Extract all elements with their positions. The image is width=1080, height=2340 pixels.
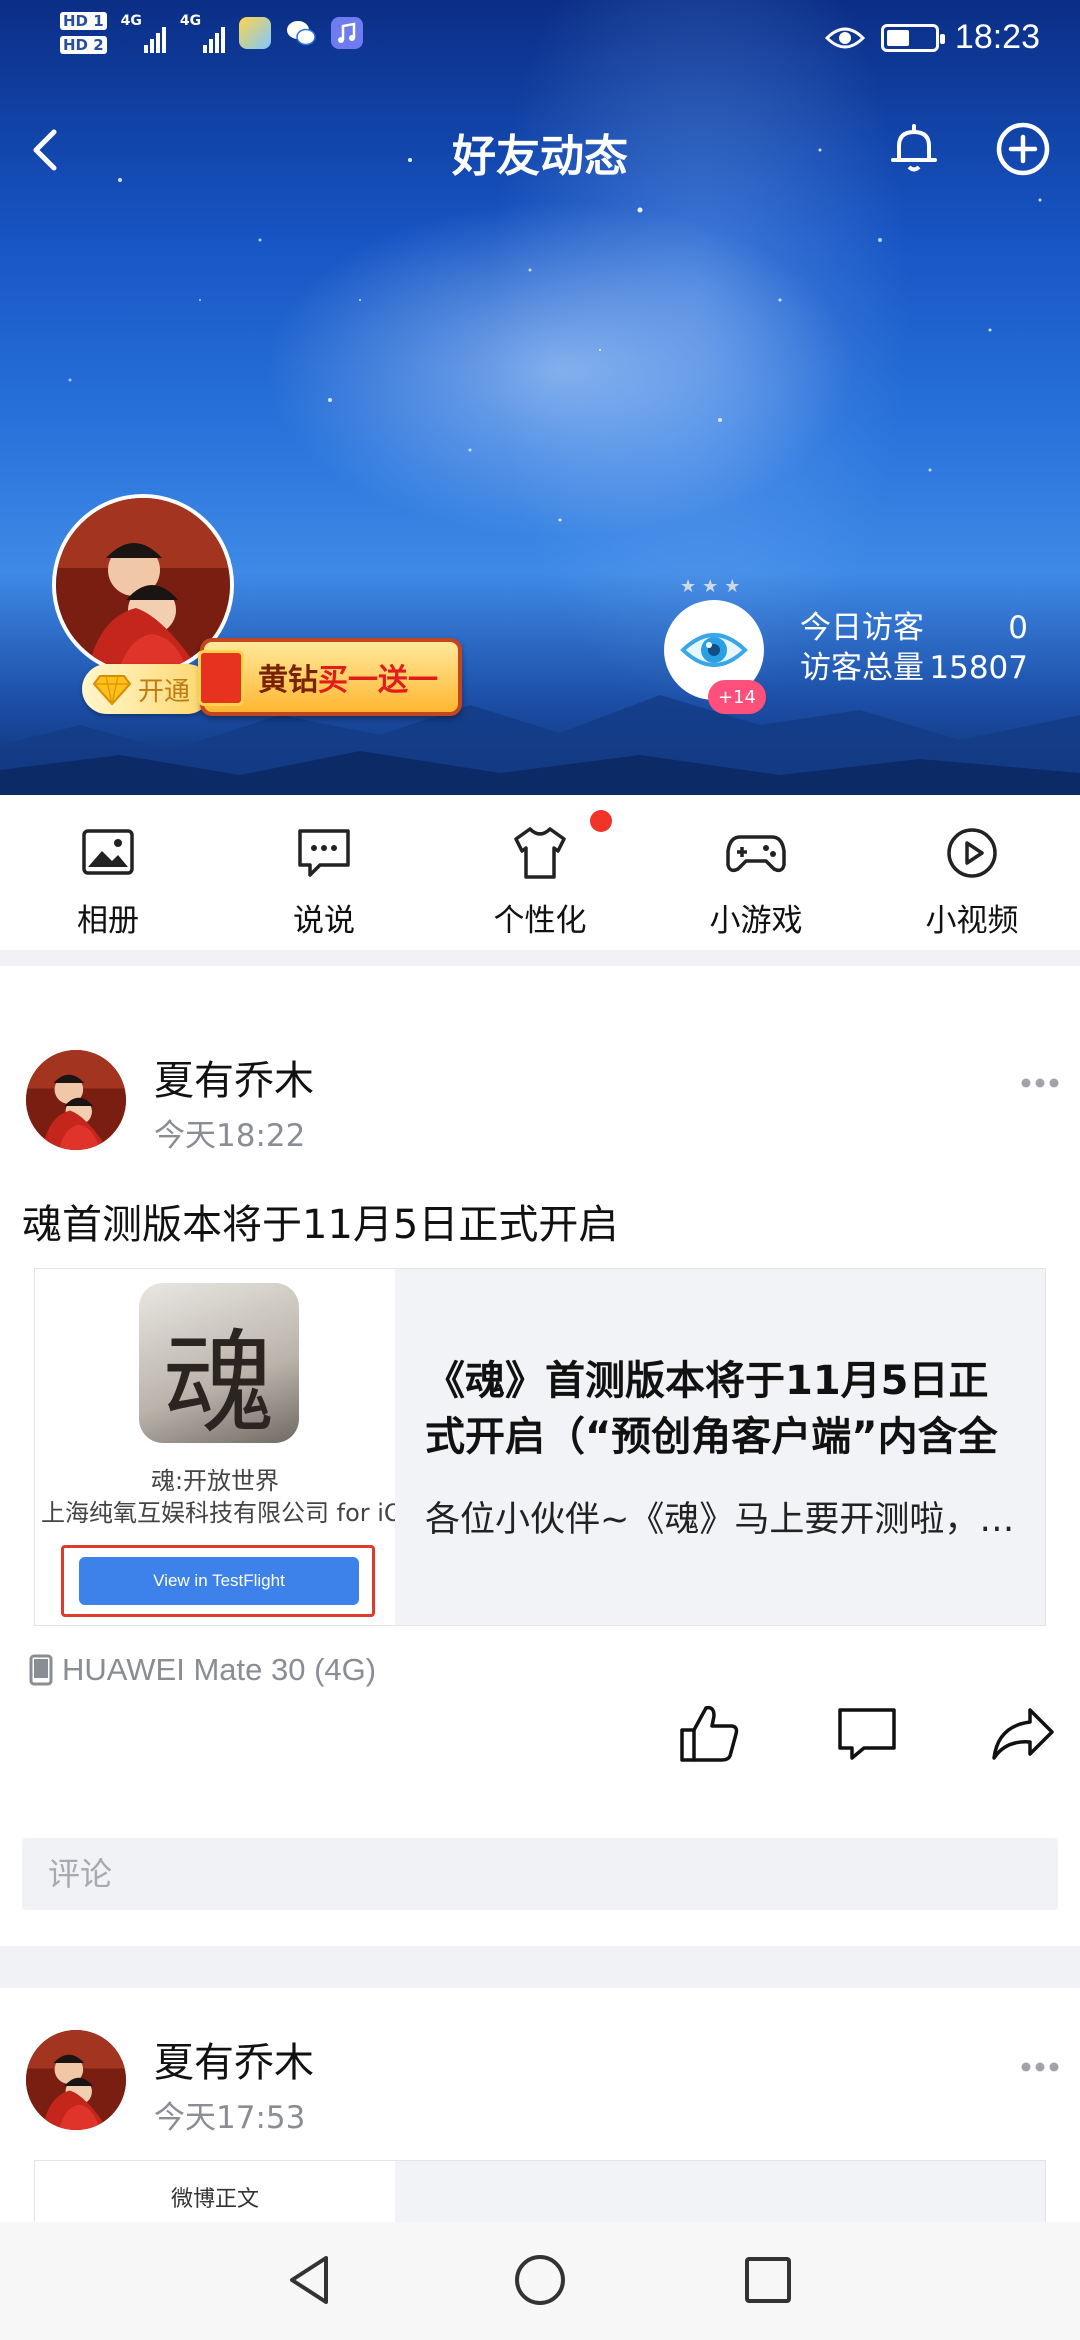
status-bar: HD 1 HD 2 4G 4G 18:23 [0,0,1080,80]
eye-comfort-icon [824,27,865,48]
gift-box-icon [198,650,244,706]
add-circle-icon[interactable] [994,120,1052,178]
yellow-diamond-promo-banner[interactable]: 黄钻 买一送一 [198,638,462,716]
nav-back-triangle-icon[interactable] [280,2250,340,2310]
post-author-avatar[interactable] [26,1050,126,1150]
shortcut-mini-games[interactable]: 小游戏 [648,795,864,950]
eye-icon [680,633,748,667]
like-thumb-icon[interactable] [676,1700,742,1766]
top-nav: 好友动态 [0,100,1080,200]
battery-icon [880,23,945,52]
promo-text-a: 黄钻 [258,663,318,698]
weather-icon [239,17,272,49]
status-time: 18:23 [954,18,1040,56]
photo-album-icon [82,829,134,875]
promo-text-b: 买一送一 [318,663,438,698]
total-visitors-value: 15807 [929,650,1028,686]
post-text: 魂首测版本将于11月5日正式开启 [22,1202,619,1248]
thumbnail-caption: 微博正文 [170,2187,259,2212]
feed-post: 夏有乔木 今天18:22 魂首测版本将于11月5日正式开启 魂 魂:开放世界 上… [0,966,1080,1946]
shared-link-thumbnail: 魂 魂:开放世界 上海纯氧互娱科技有限公司 for iOS View in Te… [35,1269,395,1625]
diamond-icon [92,675,132,706]
shortcut-photo-album[interactable]: 相册 [0,795,216,950]
shared-link-title: 《魂》首测版本将于11月5日正式开启（“预创角客户端”内含全新内容） [425,1358,998,1460]
wechat-icon [285,17,317,49]
post-device-info: HUAWEI Mate 30 (4G) [28,1652,376,1688]
comment-bubble-icon[interactable] [834,1700,900,1766]
game-app-icon-glyph: 魂 [163,1319,275,1443]
shortcut-mini-video[interactable]: 小视频 [864,795,1080,950]
shortcut-label: 相册 [77,903,139,939]
vip-open-badge[interactable]: 开通 [82,664,212,714]
shortcut-label: 小游戏 [709,903,803,939]
today-visitors-label: 今日访客 [800,610,924,646]
shortcut-label: 个性化 [493,903,587,939]
shortcut-label: 小视频 [925,903,1019,939]
nav-home-circle-icon[interactable] [510,2250,570,2310]
message-bubble-icon [298,829,350,877]
more-options-icon[interactable] [1020,1076,1060,1090]
vip-open-label: 开通 [138,676,191,707]
testflight-button: View in TestFlight [79,1557,359,1605]
signal-1-icon: 4G [121,13,166,53]
profile-cover[interactable]: HD 1 HD 2 4G 4G 18:23 好友动态 开通 黄钻 买一送一 ★★… [0,0,1080,795]
back-arrow-icon[interactable] [20,122,76,178]
new-indicator-dot [590,810,612,832]
shortcut-moments[interactable]: 说说 [216,795,432,950]
tshirt-icon [514,827,566,879]
share-arrow-icon[interactable] [990,1700,1056,1766]
post-timestamp: 今天17:53 [154,2100,306,2136]
signal-2-icon: 4G [180,13,226,53]
post-timestamp: 今天18:22 [154,1118,306,1154]
game-app-icon: 魂 [139,1283,299,1443]
shared-link-card[interactable]: 魂 魂:开放世界 上海纯氧互娱科技有限公司 for iOS View in Te… [34,1268,1046,1626]
more-options-icon[interactable] [1020,2060,1060,2074]
shared-link-description: 各位小伙伴~《魂》马上要开测啦，快来一起体验吧 [425,1500,1025,1540]
device-name: HUAWEI Mate 30 (4G) [62,1652,377,1687]
bell-icon[interactable] [885,120,943,178]
sim1-label: HD 1 [60,12,107,30]
section-divider [0,1946,1080,1988]
comment-input[interactable]: 评论 [22,1838,1058,1910]
music-icon [331,17,364,49]
gamepad-icon [726,835,786,873]
section-divider [0,950,1080,966]
sim2-label: HD 2 [60,36,107,54]
visitor-stats[interactable]: 今日访客 0 访客总量 15807 [800,608,1028,688]
phone-icon [29,1654,53,1686]
thumbnail-developer: 上海纯氧互娱科技有限公司 for iOS [41,1499,395,1527]
thumbnail-app-name: 魂:开放世界 [150,1467,280,1495]
play-circle-icon [947,828,997,878]
post-author-avatar[interactable] [26,2030,126,2130]
shortcut-personalize[interactable]: 个性化 [432,795,648,950]
visitor-stars-decoration: ★★★ [680,576,747,597]
system-nav-bar [0,2222,1080,2340]
today-visitors-value: 0 [1008,610,1028,646]
shortcut-label: 说说 [293,903,355,939]
shortcut-bar: 相册 说说 个性化 小游戏 小视频 [0,795,1080,950]
sim-indicators: HD 1 HD 2 [60,12,107,54]
post-author-name[interactable]: 夏有乔木 [154,2030,314,2088]
total-visitors-label: 访客总量 [800,650,924,686]
nav-recents-square-icon[interactable] [738,2250,798,2310]
visitor-new-badge: +14 [708,680,766,714]
post-author-name[interactable]: 夏有乔木 [154,1048,314,1106]
